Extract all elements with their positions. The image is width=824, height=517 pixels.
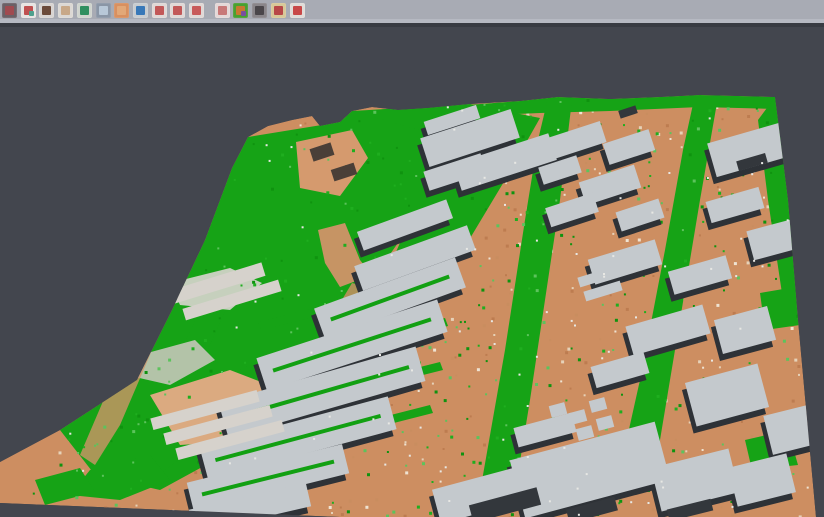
layers-icon[interactable]	[152, 3, 167, 18]
point-cloud-scene	[0, 25, 824, 517]
target-circle-icon-glyph	[173, 6, 182, 15]
target-circle-icon[interactable]	[170, 3, 185, 18]
color-tools-icon[interactable]	[21, 3, 36, 18]
toolbar	[0, 0, 824, 27]
classification-icon[interactable]	[233, 3, 248, 18]
profile-view-icon-glyph	[99, 6, 108, 15]
terrain-icon[interactable]	[39, 3, 54, 18]
zoom-extents-icon[interactable]	[189, 3, 204, 18]
3d-viewport[interactable]	[0, 25, 824, 517]
points-icon[interactable]	[58, 3, 73, 18]
terrain-icon-glyph	[42, 6, 51, 15]
clip-box-icon[interactable]	[114, 3, 129, 18]
layers-icon-glyph	[155, 6, 164, 15]
open-data-icon[interactable]	[2, 3, 17, 18]
zoom-extents-icon-glyph	[192, 6, 201, 15]
delete-points-icon[interactable]	[271, 3, 286, 18]
measure-icon-glyph	[255, 6, 264, 15]
points-icon-glyph	[61, 6, 70, 15]
delete-points-icon-glyph	[274, 6, 283, 15]
classified-point-cloud	[0, 95, 817, 517]
clip-box-icon-glyph	[117, 6, 126, 15]
grid-select-icon-glyph	[218, 6, 227, 15]
open-data-icon-glyph	[5, 6, 14, 15]
color-tools-icon-accent	[29, 11, 34, 16]
dem-surface-icon[interactable]	[77, 3, 92, 18]
measure-icon[interactable]	[252, 3, 267, 18]
dem-surface-icon-glyph	[80, 6, 89, 15]
flag-report-icon[interactable]	[290, 3, 305, 18]
flag-report-icon-glyph	[293, 6, 302, 15]
globe-3d-icon-glyph	[136, 6, 145, 15]
profile-view-icon[interactable]	[96, 3, 111, 18]
classification-icon-accent	[241, 11, 246, 16]
globe-3d-icon[interactable]	[133, 3, 148, 18]
grid-select-icon[interactable]	[215, 3, 230, 18]
